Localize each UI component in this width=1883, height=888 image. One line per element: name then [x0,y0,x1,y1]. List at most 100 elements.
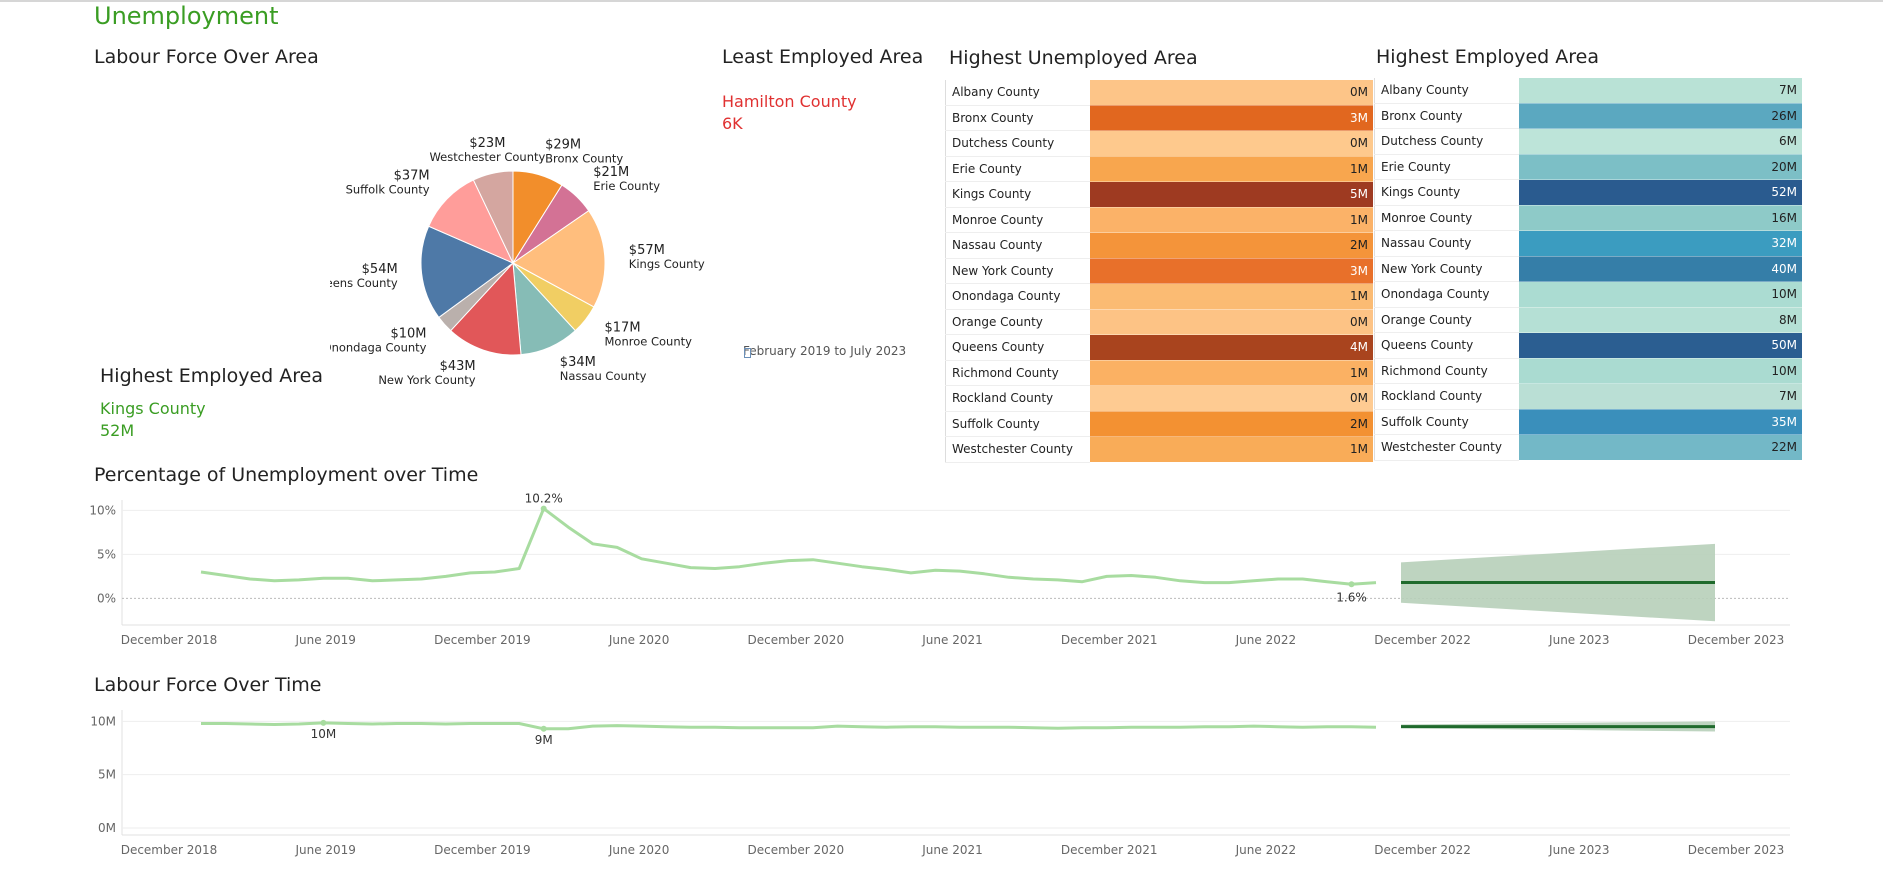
highest-employed-value: 52M [100,421,135,440]
x-tick-label: December 2020 [748,843,845,857]
pie-value-label: $29M [545,138,581,153]
data-label: 1.6% [1336,590,1367,604]
value-cell: 4M [1090,334,1373,361]
county-name-cell: Richmond County [1374,358,1519,384]
x-tick-label: December 2023 [1688,633,1785,647]
county-name-cell: Onondaga County [1374,281,1519,308]
series-line [201,721,1377,731]
pie-chart-title: Labour Force Over Area [94,46,319,68]
pie-value-label: $10M [390,326,426,341]
pie-value-label: $57M [629,243,665,258]
value-cell: 32M [1519,230,1802,257]
highest-employed-heatmap: Albany County 7M Bronx County 26M Dutchess C… [1374,78,1802,461]
value-cell: 7M [1519,383,1802,410]
county-name-cell: Dutchess County [945,130,1090,157]
county-name-cell: Nassau County [1374,230,1519,257]
pie-category-label: Westchester County [429,150,545,164]
pie-category-label: Nassau County [560,369,647,383]
value-cell: 3M [1090,258,1373,284]
value-cell: 10M [1519,281,1802,308]
county-name-cell: Orange County [1374,307,1519,333]
value-cell: 22M [1519,434,1802,461]
county-name-cell: Nassau County [945,232,1090,259]
county-name-cell: Bronx County [1374,103,1519,129]
value-cell: 20M [1519,154,1802,180]
county-name-cell: Monroe County [1374,205,1519,231]
date-range-caption: February 2019 to July 2023 [743,344,907,358]
table-row: Bronx County 3M [945,105,1373,131]
data-label: 9M [535,733,553,747]
least-employed-title: Least Employed Area [722,46,924,68]
x-tick-label: December 2022 [1374,633,1471,647]
pie-value-label: $21M [593,165,629,180]
highest-unemployed-heatmap: Albany County 0M Bronx County 3M Dutchess Co… [945,80,1373,463]
labour-area-pie-chart: $29MBronx County$21MErie County $57MKings… [330,136,705,387]
x-tick-label: June 2020 [608,633,670,647]
highest-unemployed-table-title: Highest Unemployed Area [949,47,1198,69]
value-cell: 1M [1090,283,1373,310]
table-row: Richmond County 1M [945,360,1373,386]
marked-point [540,505,547,512]
y-tick-label: 10% [89,503,116,517]
table-row: Erie County 20M [1374,154,1802,180]
highest-employed-table-title: Highest Employed Area [1376,46,1599,68]
table-row: Westchester County 22M [1374,434,1802,461]
value-cell: 7M [1519,78,1802,104]
table-row: Nassau County 32M [1374,230,1802,257]
x-tick-label: June 2019 [294,633,356,647]
county-name-cell: Albany County [945,80,1090,106]
value-cell: 52M [1519,179,1802,206]
value-cell: 5M [1090,181,1373,208]
labour-time-title: Labour Force Over Time [94,674,322,696]
y-tick-label: 10M [90,714,116,728]
highest-employed-kpi-title: Highest Employed Area [100,365,323,387]
value-cell: 8M [1519,307,1802,333]
county-name-cell: Bronx County [945,105,1090,131]
x-tick-label: December 2020 [748,633,845,647]
table-row: Bronx County 26M [1374,103,1802,129]
value-cell: 0M [1090,80,1373,106]
table-row: Nassau County 2M [945,232,1373,259]
value-cell: 40M [1519,256,1802,282]
pie-value-label: $37M [394,168,430,183]
table-row: Kings County 5M [945,181,1373,208]
table-row: New York County 3M [945,258,1373,284]
pie-category-label: Onondaga County [330,340,427,354]
table-row: Suffolk County 35M [1374,409,1802,435]
x-tick-label: December 2021 [1061,633,1158,647]
county-name-cell: New York County [1374,256,1519,282]
table-row: Orange County 0M [945,309,1373,335]
county-name-cell: Albany County [1374,78,1519,104]
value-cell: 26M [1519,103,1802,129]
table-row: Queens County 50M [1374,332,1802,359]
x-tick-label: June 2022 [1235,843,1297,857]
pie-value-label: $43M [440,359,476,374]
table-row: Suffolk County 2M [945,411,1373,437]
table-row: Monroe County 1M [945,207,1373,233]
data-label: 10M [311,727,337,741]
county-name-cell: Monroe County [945,207,1090,233]
x-tick-label: June 2022 [1235,633,1297,647]
value-cell: 1M [1090,360,1373,386]
date-range-marker [744,348,751,358]
value-cell: 6M [1519,128,1802,155]
x-tick-label: December 2019 [434,633,531,647]
county-name-cell: Rockland County [945,385,1090,412]
pie-category-label: Kings County [629,257,705,271]
pie-value-label: $34M [560,355,596,370]
table-row: Richmond County 10M [1374,358,1802,384]
county-name-cell: Suffolk County [945,411,1090,437]
county-name-cell: Rockland County [1374,383,1519,410]
value-cell: 1M [1090,156,1373,182]
table-row: Onondaga County 1M [945,283,1373,310]
value-cell: 2M [1090,232,1373,259]
value-cell: 16M [1519,205,1802,231]
county-name-cell: Suffolk County [1374,409,1519,435]
table-row: New York County 40M [1374,256,1802,282]
least-employed-county: Hamilton County [722,92,857,111]
pie-category-label: Erie County [593,179,660,193]
least-employed-value: 6K [722,114,743,133]
table-row: Kings County 52M [1374,179,1802,206]
series-line [200,507,1377,586]
pie-value-label: $17M [605,320,641,335]
